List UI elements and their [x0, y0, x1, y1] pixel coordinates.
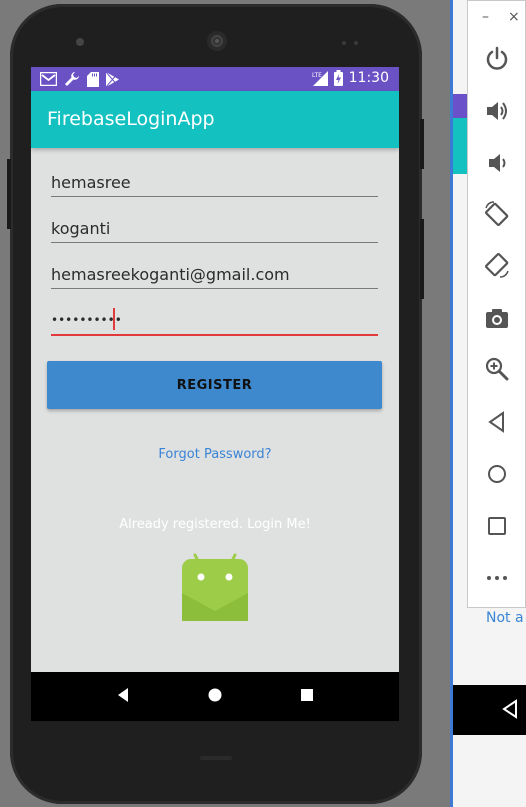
email-input[interactable]	[51, 260, 378, 288]
power-icon	[486, 46, 508, 70]
last-name-field[interactable]	[51, 214, 378, 243]
more-button[interactable]	[482, 563, 512, 593]
minimize-button[interactable]: –	[482, 9, 489, 25]
email-field[interactable]	[51, 260, 378, 289]
emulator-toolbar: – ×	[467, 0, 526, 608]
login-link[interactable]: Already registered. Login Me!	[31, 517, 399, 532]
proximity-sensor	[342, 41, 346, 45]
gmail-icon	[40, 72, 57, 86]
earpiece-speaker	[207, 31, 227, 51]
background-back-icon	[502, 699, 517, 719]
back-button[interactable]	[482, 407, 512, 437]
register-button[interactable]: REGISTER	[47, 361, 382, 409]
notification-icons	[40, 71, 119, 87]
volume-up-button[interactable]	[482, 96, 512, 126]
rotate-left-icon	[485, 201, 509, 226]
app-bar: FirebaseLoginApp	[31, 91, 399, 148]
first-name-field[interactable]	[51, 168, 378, 197]
phone-power-key[interactable]	[420, 119, 424, 169]
volume-up-icon	[487, 102, 507, 120]
play-store-icon	[106, 71, 119, 87]
rotate-left-button[interactable]	[482, 199, 512, 229]
password-input[interactable]	[51, 306, 378, 334]
app-title: FirebaseLoginApp	[47, 108, 215, 130]
overview-button[interactable]	[482, 511, 512, 541]
phone-volume-key[interactable]	[420, 219, 424, 299]
overview-icon	[488, 517, 506, 535]
rotate-right-button[interactable]	[482, 250, 512, 280]
system-status: LTE 11:30	[312, 70, 389, 86]
svg-text:LTE: LTE	[312, 72, 322, 79]
background-partial-text: Not a	[486, 610, 524, 626]
power-button[interactable]	[482, 44, 512, 74]
phone-screen: LTE 11:30 FirebaseLoginApp REGISTER Forg…	[31, 67, 399, 721]
android-logo-icon	[182, 553, 248, 621]
light-sensor	[354, 41, 358, 45]
nav-back-icon[interactable]	[115, 686, 131, 704]
volume-down-button[interactable]	[482, 148, 512, 178]
status-bar: LTE 11:30	[31, 67, 399, 91]
zoom-button[interactable]	[482, 354, 512, 384]
more-icon	[487, 576, 507, 580]
toolbar-window-controls: – ×	[468, 9, 525, 29]
camera-icon	[486, 309, 508, 328]
screenshot-button[interactable]	[482, 303, 512, 333]
text-cursor	[113, 308, 115, 330]
volume-down-icon	[489, 154, 506, 172]
last-name-input[interactable]	[51, 214, 378, 242]
lte-signal-icon: LTE	[312, 70, 328, 86]
nav-overview-icon[interactable]	[299, 686, 315, 704]
zoom-icon	[485, 357, 509, 381]
forgot-password-link[interactable]: Forgot Password?	[31, 447, 399, 462]
wrench-icon	[65, 72, 79, 86]
close-button[interactable]: ×	[508, 9, 520, 25]
sd-card-icon	[87, 71, 99, 87]
status-time: 11:30	[348, 70, 389, 86]
phone-left-button	[7, 159, 11, 229]
nav-home-icon[interactable]	[207, 686, 223, 704]
bottom-speaker	[200, 756, 232, 760]
first-name-input[interactable]	[51, 168, 378, 196]
front-camera	[76, 38, 84, 46]
rotate-right-icon	[485, 253, 509, 278]
battery-charging-icon	[333, 70, 343, 86]
home-button[interactable]	[482, 459, 512, 489]
navigation-bar	[31, 672, 399, 721]
home-icon	[488, 465, 506, 483]
password-field[interactable]	[51, 306, 378, 336]
back-icon	[488, 411, 504, 433]
